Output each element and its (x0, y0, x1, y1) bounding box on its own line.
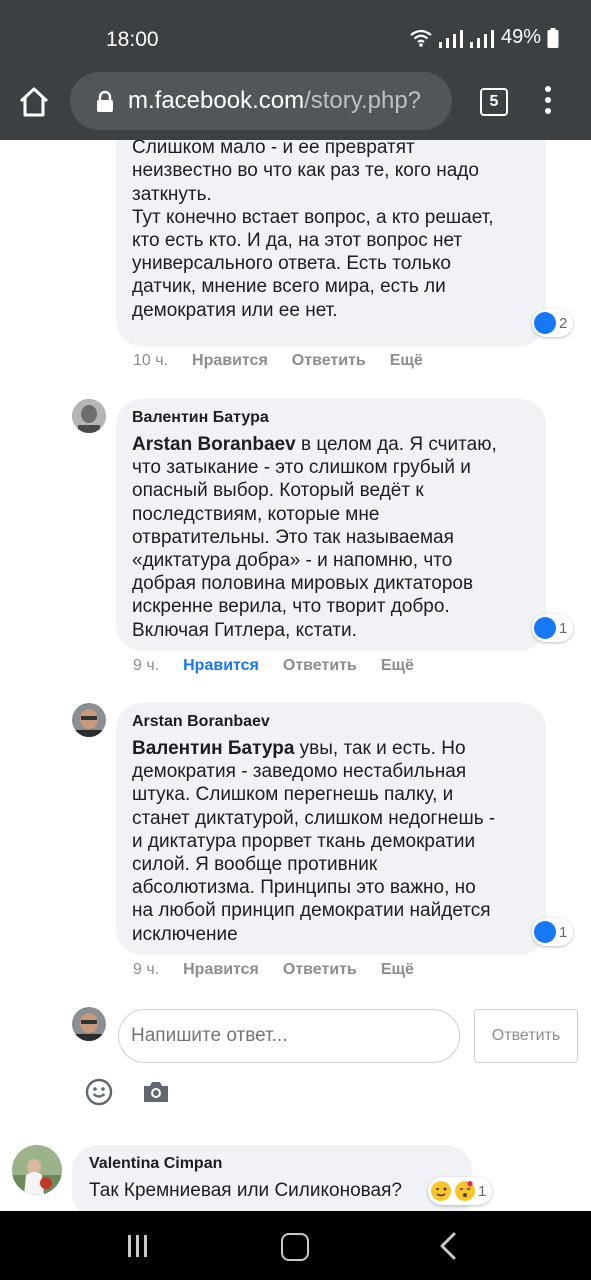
like-reaction-icon (534, 312, 556, 334)
back-icon[interactable] (436, 1231, 460, 1261)
emoji-icon[interactable] (85, 1078, 113, 1106)
avatar[interactable] (72, 399, 106, 433)
like-reaction-icon (534, 921, 556, 943)
avatar[interactable] (12, 1145, 62, 1195)
comment-author[interactable]: Валентин Батура (132, 409, 542, 427)
reply-button[interactable]: Ответить (283, 657, 357, 675)
avatar[interactable] (72, 703, 106, 737)
comment-bubble: Валентин Батура Arstan Boranbaev в целом… (116, 399, 546, 651)
comment-time: 10 ч. (133, 352, 169, 369)
wink-emoji-icon (431, 1181, 451, 1201)
comment-bubble: Arstan Boranbaev Валентин Батура увы, та… (116, 703, 546, 955)
comment-actions: 10 ч. Нравится Ответить Ещё (133, 352, 447, 370)
more-button[interactable]: Ещё (390, 352, 423, 370)
more-button[interactable]: Ещё (381, 961, 414, 979)
address-bar[interactable]: m.facebook.com/story.php? (70, 72, 452, 130)
overflow-menu-icon[interactable] (540, 86, 556, 118)
comment-text: Так Кремниевая или Силиконовая? (89, 1180, 402, 1201)
comment-text-body: увы, так и есть. Но демократия - заведом… (132, 738, 496, 945)
battery-percent: 49% (500, 26, 541, 48)
camera-icon[interactable] (142, 1080, 170, 1104)
comments-feed: превращается в неизвестно что. Слишком м… (0, 140, 591, 1211)
battery-icon (547, 27, 559, 48)
signal-roaming-icon (469, 28, 495, 48)
like-reaction-icon (534, 617, 556, 639)
reaction-count[interactable]: 1 (532, 614, 574, 642)
system-nav-bar (0, 1211, 591, 1280)
comment-body: Валентин Батура Arstan Boranbaev в целом… (132, 409, 542, 642)
comment-actions: 9 ч. Нравится Ответить Ещё (133, 657, 438, 675)
home-icon[interactable] (16, 84, 52, 120)
kiss-emoji-icon (455, 1181, 475, 1201)
comment-bubble: Valentina Cimpan Так Кремниевая или Сили… (72, 1145, 472, 1211)
comment-author[interactable]: Arstan Boranbaev (132, 713, 542, 731)
reaction-count[interactable]: 1 (428, 1177, 493, 1205)
like-button[interactable]: Нравится (183, 657, 259, 675)
like-button[interactable]: Нравится (192, 352, 268, 370)
clock: 18:00 (106, 28, 159, 51)
comment-time: 9 ч. (133, 657, 160, 674)
reaction-count[interactable]: 2 (532, 309, 574, 337)
browser-toolbar: m.facebook.com/story.php? 5 (0, 62, 591, 140)
url-path: /story.php? (304, 87, 422, 114)
status-bar: 18:00 49% (0, 0, 591, 62)
mention-link[interactable]: Валентин Батура (132, 738, 294, 759)
comment-actions: 9 ч. Нравится Ответить Ещё (133, 961, 438, 979)
comment-bubble: превращается в неизвестно что. Слишком м… (116, 140, 546, 346)
reply-input[interactable] (118, 1009, 460, 1063)
comment-time: 9 ч. (133, 961, 160, 978)
reply-button[interactable]: Ответить (283, 961, 357, 979)
url-host: m.facebook.com (128, 87, 305, 114)
status-icons: 49% (409, 26, 559, 49)
reaction-number: 1 (478, 1182, 487, 1200)
reaction-number: 2 (559, 314, 568, 332)
comment-author[interactable]: Valentina Cimpan (89, 1155, 469, 1173)
signal-icon (438, 28, 464, 48)
wifi-icon (410, 29, 432, 47)
reaction-number: 1 (559, 923, 568, 941)
comment-text: Валентин Батура увы, так и есть. Но демо… (132, 737, 542, 946)
avatar (72, 1007, 106, 1041)
home-nav-icon[interactable] (281, 1233, 309, 1261)
lock-icon (97, 90, 113, 112)
reply-submit-button[interactable]: Ответить (474, 1009, 578, 1063)
recent-apps-icon[interactable] (128, 1235, 147, 1257)
reaction-count[interactable]: 1 (532, 918, 574, 946)
tab-switcher-button[interactable]: 5 (480, 88, 508, 116)
mention-link[interactable]: Arstan Boranbaev (132, 434, 296, 455)
comment-body: Arstan Boranbaev Валентин Батура увы, та… (132, 713, 542, 946)
more-button[interactable]: Ещё (381, 657, 414, 675)
comment-text-body: в целом да. Я считаю, что затыкание - эт… (132, 434, 497, 641)
reply-button[interactable]: Ответить (292, 352, 366, 370)
comment-body: Valentina Cimpan Так Кремниевая или Сили… (89, 1155, 469, 1202)
comment-text: Arstan Boranbaev в целом да. Я считаю, ч… (132, 433, 542, 642)
reaction-number: 1 (559, 619, 568, 637)
like-button[interactable]: Нравится (183, 961, 259, 979)
comment-text: превращается в неизвестно что. Слишком м… (132, 140, 494, 321)
url-text: m.facebook.com/story.php? (128, 87, 421, 115)
